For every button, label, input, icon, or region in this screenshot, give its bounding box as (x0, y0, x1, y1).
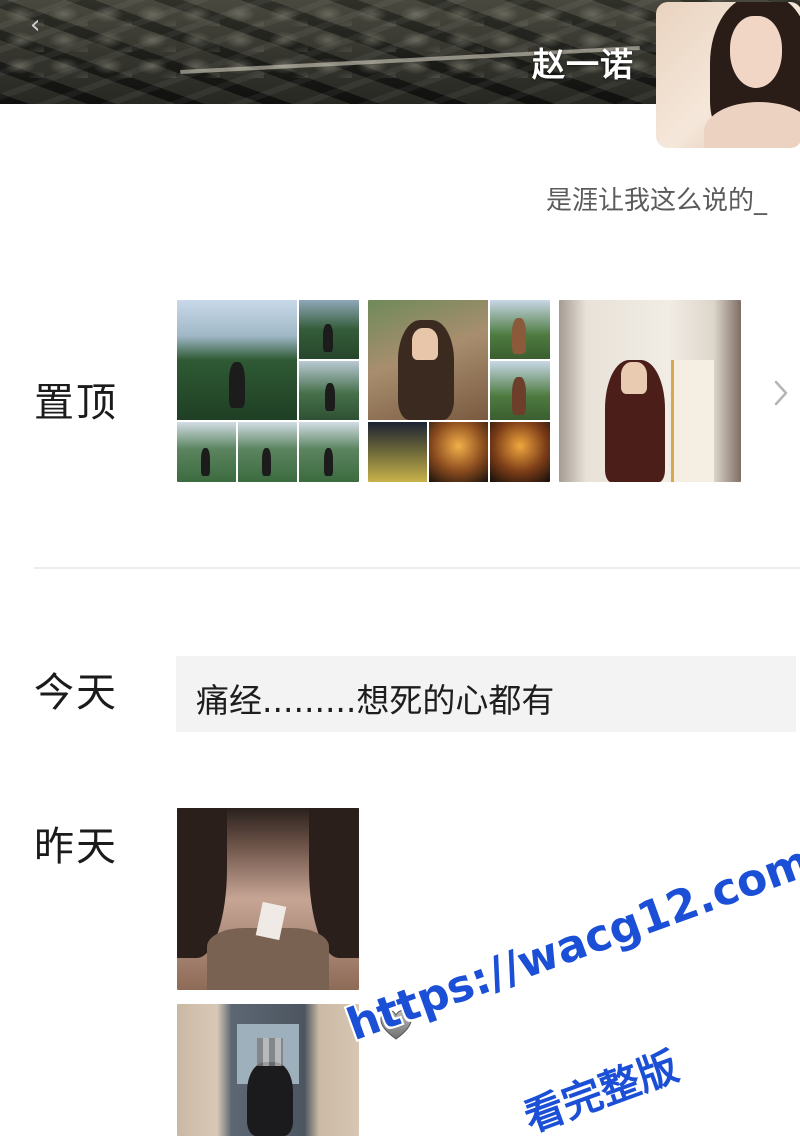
photo-face (621, 362, 647, 394)
album-photo-4 (177, 422, 236, 482)
photo-person (512, 318, 526, 354)
avatar-face (730, 16, 782, 88)
album-photo-4 (368, 422, 427, 482)
pinned-album-outdoor[interactable] (177, 300, 359, 482)
album-photo-main (177, 300, 297, 420)
album-photo-main (368, 300, 488, 420)
feed-day-yesterday: 昨天 (34, 824, 118, 870)
photo-person (262, 448, 271, 476)
album-photo-6 (490, 422, 550, 482)
photo-blur-face (257, 1038, 283, 1066)
photo-person (247, 1062, 293, 1136)
photo-person (201, 448, 210, 476)
pinned-label: 置顶 (34, 380, 118, 426)
album-photo-5 (429, 422, 488, 482)
back-arrow-icon[interactable]: ‹ (30, 12, 46, 38)
watermark-url: https://wacg12.com (340, 835, 800, 1051)
album-photo-2 (299, 300, 359, 359)
photo-face (412, 328, 438, 360)
album-photo-3 (299, 361, 359, 420)
pinned-album-portrait[interactable] (368, 300, 550, 482)
photo-person (324, 448, 333, 476)
feed-day-today: 今天 (34, 670, 118, 716)
album-photo-6 (299, 422, 359, 482)
pinned-album-single[interactable] (559, 300, 741, 482)
photo-person (323, 324, 333, 352)
wall-panel (671, 360, 714, 482)
photo-person (325, 383, 335, 411)
watermark-cta: 看完整版 (518, 1043, 685, 1142)
feed-photo-selfie[interactable] (177, 808, 359, 990)
photo-person (512, 377, 526, 415)
profile-avatar[interactable] (656, 2, 800, 148)
feed-post-text: 痛经.........想死的心都有 (196, 681, 555, 720)
chevron-right-icon[interactable] (770, 376, 792, 410)
album-photo-3 (490, 361, 550, 420)
section-divider (34, 567, 800, 569)
profile-signature: 是涯让我这么说的_ (546, 186, 768, 216)
feed-photo-mirror[interactable] (177, 1004, 359, 1136)
album-photo-5 (238, 422, 297, 482)
photo-person (229, 362, 245, 408)
profile-username: 赵一诺 (532, 45, 634, 84)
album-photo-2 (490, 300, 550, 359)
